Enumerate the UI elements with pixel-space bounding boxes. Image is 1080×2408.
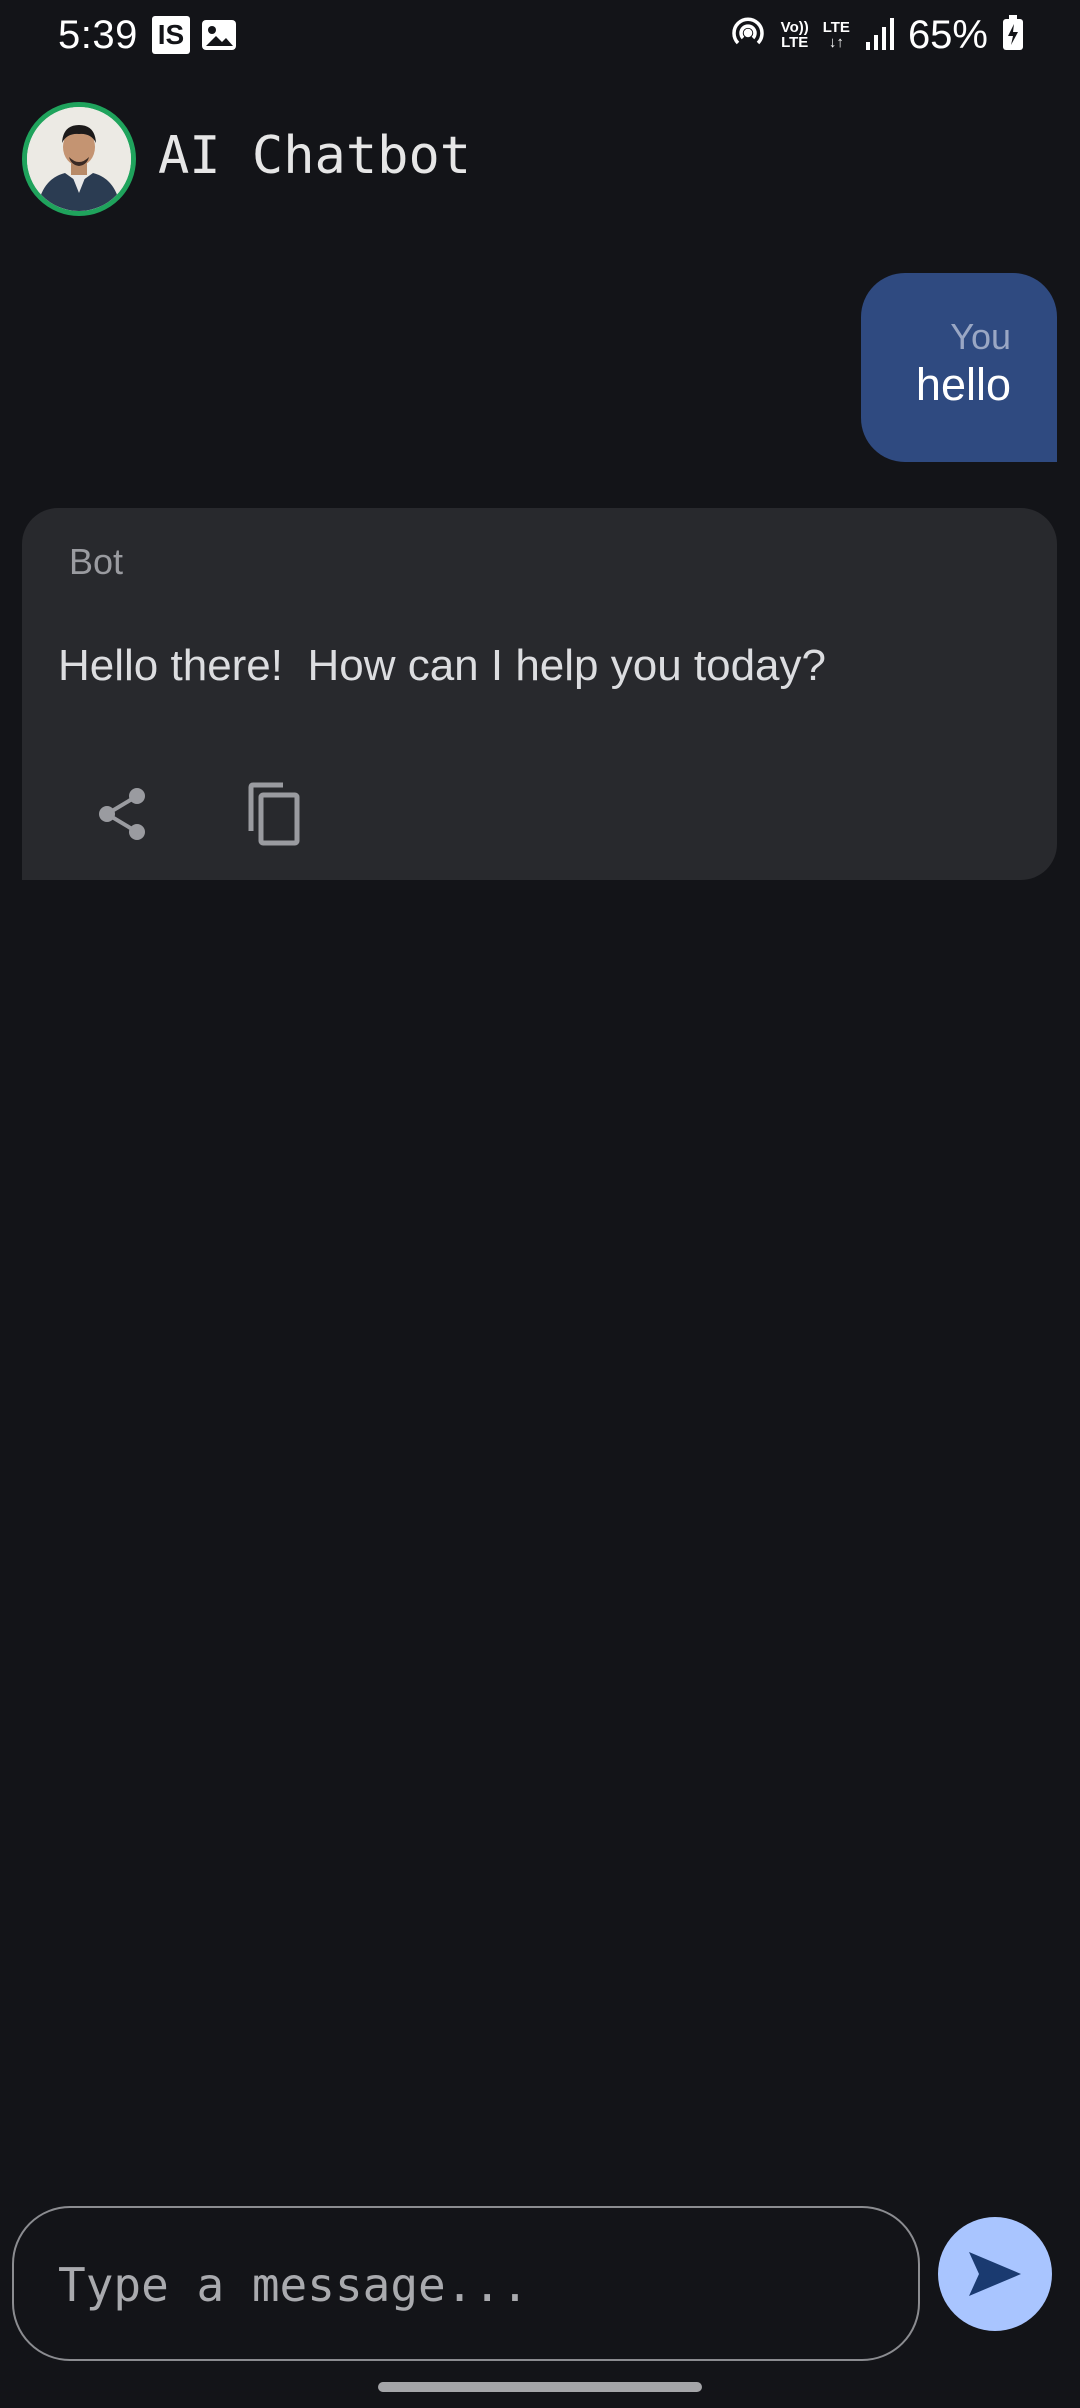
lte-label: LTE: [822, 19, 850, 36]
image-icon: [200, 16, 238, 54]
status-icons: Vo)) LTE LTE ↓↑ 65%: [729, 12, 1024, 58]
signal-icon: [864, 16, 894, 55]
message-input[interactable]: [58, 2248, 878, 2322]
bot-message-card: Bot Hello there! How can I help you toda…: [22, 508, 1057, 880]
page-title: AI Chatbot: [158, 126, 472, 186]
status-time: 5:39: [58, 13, 138, 57]
home-indicator[interactable]: [378, 2382, 702, 2392]
app-header: AI Chatbot: [0, 98, 1080, 218]
copy-button[interactable]: [234, 774, 314, 854]
volte-label: Vo)): [780, 19, 809, 36]
share-button[interactable]: [82, 774, 162, 854]
volte-indicator: Vo)) LTE: [781, 20, 809, 50]
battery-charging-icon: [1002, 14, 1024, 56]
message-input-container: [12, 2206, 920, 2361]
message-text: hello: [915, 359, 1011, 410]
notification-badge: IS: [152, 16, 190, 54]
lte-indicator: LTE ↓↑: [823, 20, 850, 50]
hotspot-icon: [729, 14, 767, 57]
chat-screen: 5:39 IS Vo)) LTE LTE ↓↑ 65% AI Chatbot Y…: [0, 0, 1080, 2408]
status-bar: 5:39 IS Vo)) LTE LTE ↓↑ 65%: [0, 0, 1080, 70]
send-icon: [969, 2252, 1021, 2296]
volte-sub-label: LTE: [781, 34, 809, 51]
send-button[interactable]: [938, 2217, 1052, 2331]
share-icon: [99, 788, 145, 840]
battery-percent: 65%: [907, 13, 988, 57]
user-message-bubble: You hello: [861, 273, 1057, 462]
message-sender-label: Bot: [69, 541, 124, 582]
copy-icon: [248, 782, 300, 846]
lte-arrows: ↓↑: [828, 34, 844, 51]
avatar[interactable]: [22, 102, 136, 216]
message-text: Hello there! How can I help you today?: [58, 641, 827, 690]
message-sender-label: You: [950, 316, 1011, 357]
